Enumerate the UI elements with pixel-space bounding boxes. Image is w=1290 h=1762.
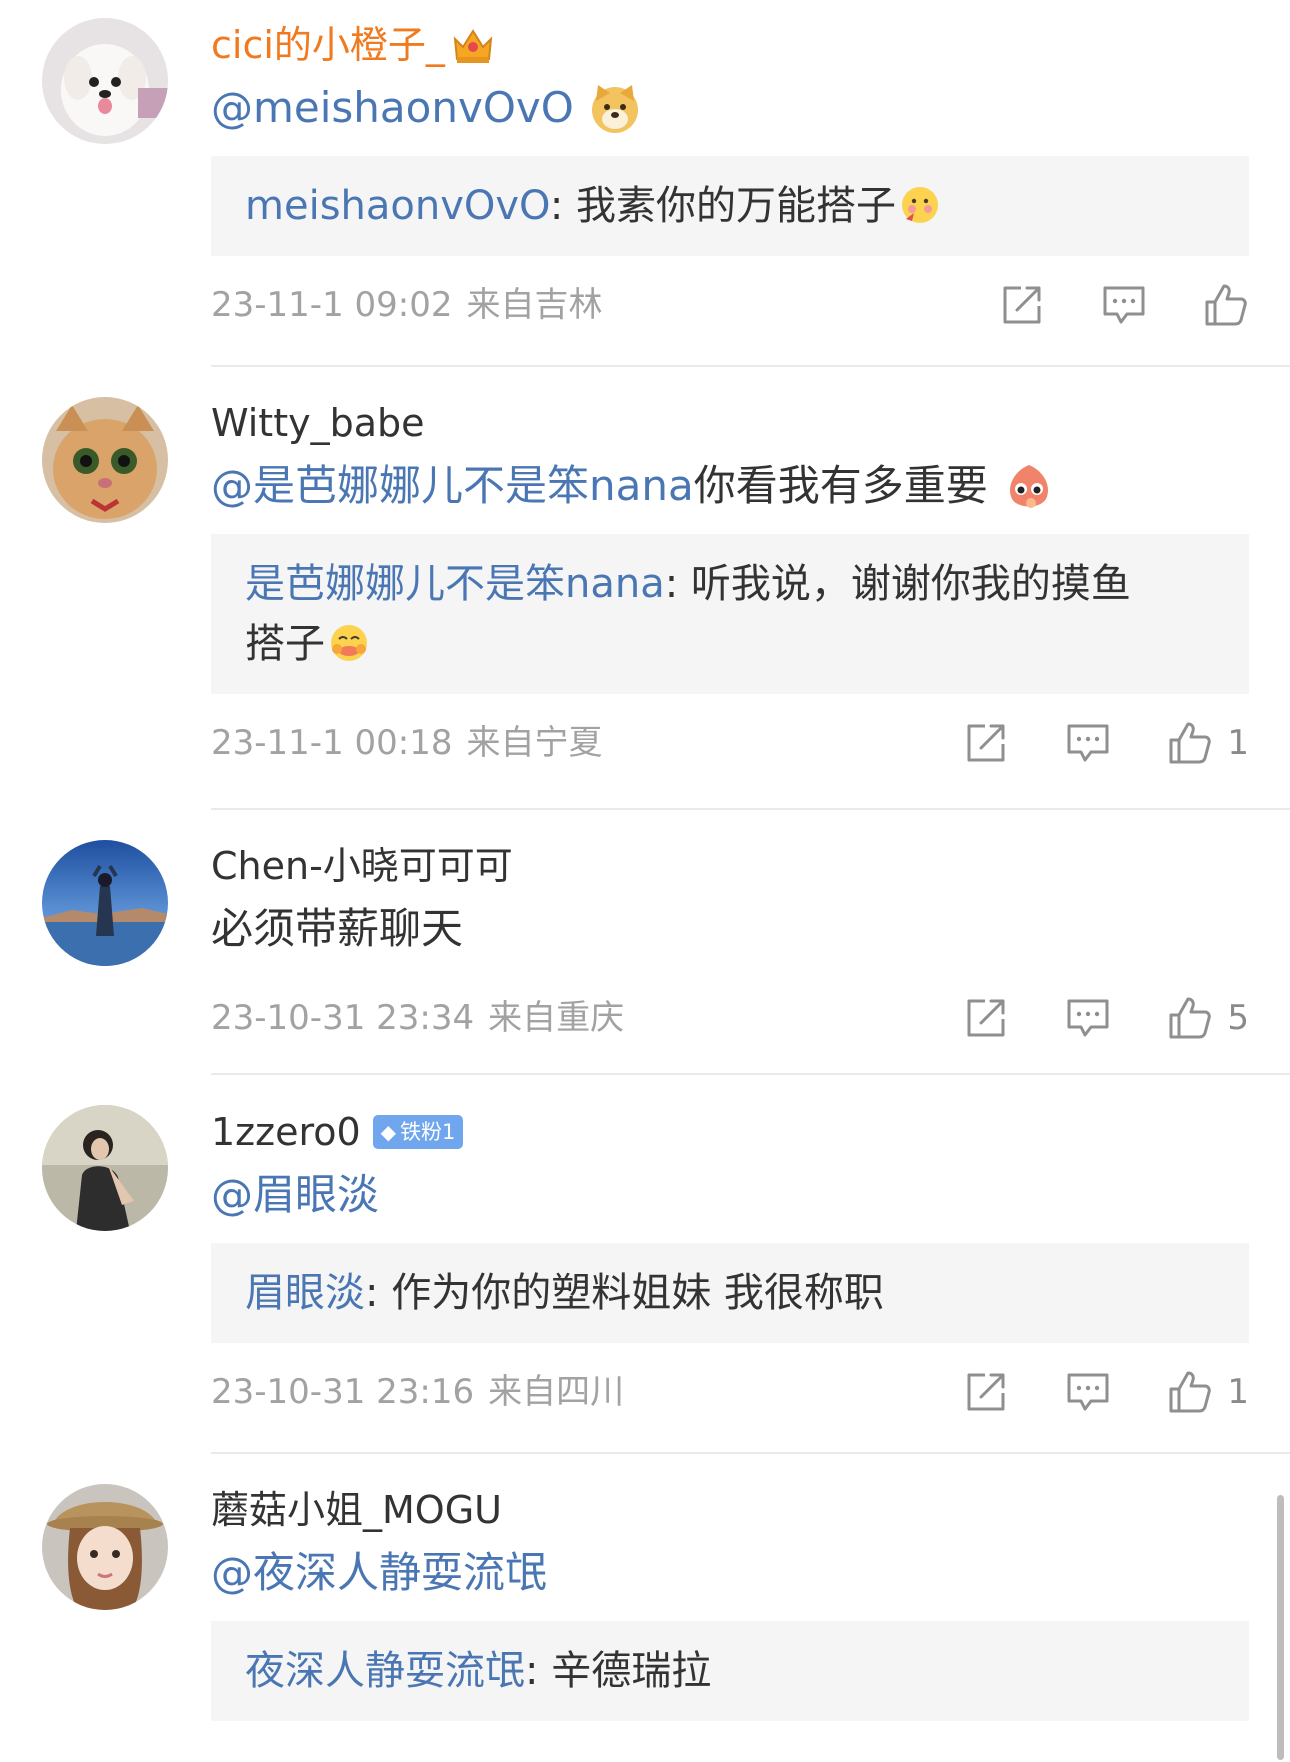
share-icon[interactable]: [999, 282, 1045, 328]
quoted-reply[interactable]: 夜深人静耍流氓: 辛德瑞拉: [211, 1621, 1249, 1721]
doge-icon: [591, 85, 638, 133]
avatar[interactable]: [42, 397, 168, 523]
location: 来自重庆: [488, 998, 625, 1038]
quote-text: : 辛德瑞拉: [525, 1648, 712, 1694]
comment-text: @meishaonvOvO: [211, 80, 1249, 136]
comment-meta: 23-10-31 23:34 来自重庆 5: [211, 993, 1249, 1043]
quote-text: : 作为你的塑料姐妹 我很称职: [365, 1270, 884, 1316]
divider: [211, 808, 1290, 810]
divider: [211, 365, 1290, 367]
comment-icon[interactable]: [1065, 1369, 1111, 1415]
quoted-reply[interactable]: meishaonvOvO: 我素你的万能搭子: [211, 156, 1249, 256]
scrollbar[interactable]: [1277, 1495, 1284, 1760]
comment-text: @夜深人静耍流氓: [211, 1545, 1249, 1601]
quote-text-continued: 搭子: [245, 621, 325, 667]
like-count: 1: [1227, 723, 1249, 763]
comment-icon[interactable]: [1065, 720, 1111, 766]
quote-text: : 听我说，谢谢你我的摸鱼: [664, 561, 1131, 607]
peach-cute-icon: [1009, 465, 1048, 508]
fan-badge[interactable]: ◆ 铁粉1: [372, 1115, 464, 1149]
thumbs-up-icon[interactable]: [1167, 1369, 1213, 1415]
username[interactable]: Chen-小晓可可可: [211, 843, 1249, 889]
quote-author-link[interactable]: 是芭娜娜儿不是笨nana: [245, 561, 665, 607]
timestamp: 23-10-31 23:34: [211, 998, 475, 1038]
thumbs-up-icon[interactable]: [1167, 995, 1213, 1041]
mention-link[interactable]: @meishaonvOvO: [211, 80, 574, 136]
username[interactable]: 1zzero0 ◆ 铁粉1: [211, 1109, 1249, 1155]
comment-text: 必须带薪聊天: [211, 904, 464, 953]
comment-meta: 23-11-1 00:18 来自宁夏 1: [211, 718, 1249, 768]
shy-blush-icon: [902, 187, 939, 223]
comment-text: @眉眼淡: [211, 1167, 1249, 1223]
comment-text: @是芭娜娜儿不是笨nana 你看我有多重要: [211, 458, 1249, 514]
comment-meta: 23-10-31 23:16 来自四川 1: [211, 1367, 1249, 1417]
thumbs-up-icon[interactable]: [1167, 720, 1213, 766]
avatar[interactable]: [42, 840, 168, 966]
location: 来自吉林: [466, 285, 603, 325]
timestamp: 23-11-1 00:18: [211, 723, 453, 763]
quote-text: : 我素你的万能搭子: [549, 183, 897, 229]
location: 来自宁夏: [466, 723, 603, 763]
quoted-reply[interactable]: 眉眼淡: 作为你的塑料姐妹 我很称职: [211, 1243, 1249, 1343]
avatar[interactable]: [42, 1105, 168, 1231]
username[interactable]: cici的小橙子_: [211, 22, 1249, 68]
hug-icon: [331, 625, 367, 661]
location: 来自四川: [488, 1372, 625, 1412]
timestamp: 23-11-1 09:02: [211, 285, 453, 325]
crown-icon: [453, 29, 493, 63]
share-icon[interactable]: [963, 995, 1009, 1041]
divider: [211, 1073, 1290, 1075]
quote-author-link[interactable]: 眉眼淡: [245, 1270, 365, 1316]
share-icon[interactable]: [963, 720, 1009, 766]
mention-link[interactable]: @夜深人静耍流氓: [211, 1545, 547, 1601]
like-count: 1: [1227, 1372, 1249, 1412]
mention-link[interactable]: @眉眼淡: [211, 1167, 379, 1223]
comment-icon[interactable]: [1065, 995, 1111, 1041]
avatar[interactable]: [42, 18, 168, 144]
divider: [211, 1452, 1290, 1454]
timestamp: 23-10-31 23:16: [211, 1372, 475, 1412]
quote-author-link[interactable]: meishaonvOvO: [245, 183, 550, 229]
quote-author-link[interactable]: 夜深人静耍流氓: [245, 1648, 525, 1694]
comment-icon[interactable]: [1101, 282, 1147, 328]
like-count: 5: [1227, 998, 1249, 1038]
avatar[interactable]: [42, 1484, 168, 1610]
username[interactable]: 蘑菇小姐_MOGU: [211, 1487, 1249, 1533]
mention-link[interactable]: @是芭娜娜儿不是笨nana: [211, 458, 694, 514]
share-icon[interactable]: [963, 1369, 1009, 1415]
quoted-reply[interactable]: 是芭娜娜儿不是笨nana: 听我说，谢谢你我的摸鱼 搭子: [211, 534, 1249, 694]
diamond-icon: ◆: [380, 1120, 397, 1144]
comment-meta: 23-11-1 09:02 来自吉林: [211, 280, 1249, 330]
thumbs-up-icon[interactable]: [1203, 282, 1249, 328]
username[interactable]: Witty_babe: [211, 400, 1249, 446]
